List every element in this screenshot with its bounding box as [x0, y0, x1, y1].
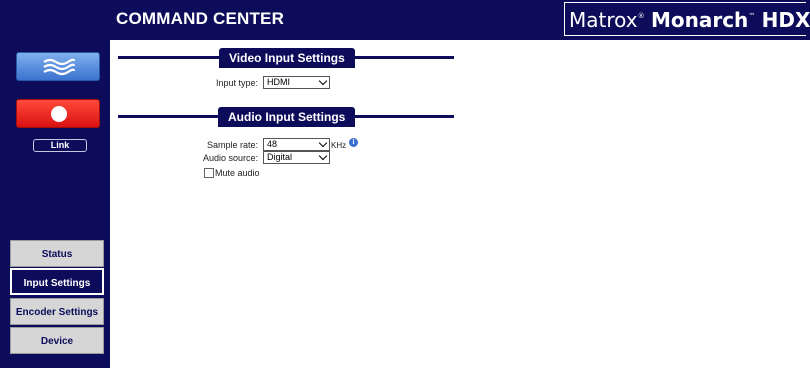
brand-tm: ™ — [748, 12, 756, 20]
brand-hdx: HDX — [761, 8, 810, 32]
audio-input-section-header: Audio Input Settings — [118, 107, 454, 129]
mute-audio-label: Mute audio — [215, 168, 260, 178]
input-type-label: Input type: — [215, 78, 258, 88]
record-button[interactable] — [16, 99, 100, 128]
link-button[interactable]: Link — [33, 139, 87, 152]
sample-rate-value: 48 — [267, 139, 278, 149]
video-input-section-header: Video Input Settings — [118, 48, 454, 70]
nav-encoder-settings[interactable]: Encoder Settings — [10, 298, 104, 325]
brand-monarch: Monarch — [650, 8, 749, 32]
sample-rate-unit: KHz — [331, 141, 347, 150]
record-icon — [51, 106, 67, 122]
chevron-down-icon — [318, 138, 328, 148]
stream-waves-icon — [43, 58, 76, 76]
mute-audio-checkbox[interactable] — [204, 168, 214, 178]
brand-reg: ® — [637, 12, 645, 20]
app-title: COMMAND CENTER — [116, 9, 285, 28]
stream-button[interactable] — [16, 52, 100, 81]
video-section-title: Video Input Settings — [219, 48, 355, 68]
brand-logo: Matrox® Monarch™ HDX — [564, 2, 810, 36]
nav-status[interactable]: Status — [10, 240, 104, 267]
chevron-down-icon — [318, 151, 328, 161]
top-bar: COMMAND CENTER Matrox® Monarch™ HDX — [0, 0, 810, 40]
nav-device[interactable]: Device — [10, 327, 104, 354]
input-type-value: HDMI — [267, 77, 290, 87]
chevron-down-icon — [318, 76, 328, 86]
sample-rate-select[interactable]: 48 — [263, 138, 330, 151]
audio-source-label: Audio source: — [202, 153, 258, 163]
audio-source-select[interactable]: Digital — [263, 151, 330, 164]
audio-source-value: Digital — [267, 152, 293, 162]
sample-rate-label: Sample rate: — [206, 140, 258, 150]
nav-input-settings[interactable]: Input Settings — [10, 268, 104, 295]
info-icon[interactable]: i — [349, 138, 358, 147]
brand-matrox: Matrox — [569, 8, 638, 32]
input-type-select[interactable]: HDMI — [263, 76, 330, 89]
audio-section-title: Audio Input Settings — [218, 107, 356, 127]
